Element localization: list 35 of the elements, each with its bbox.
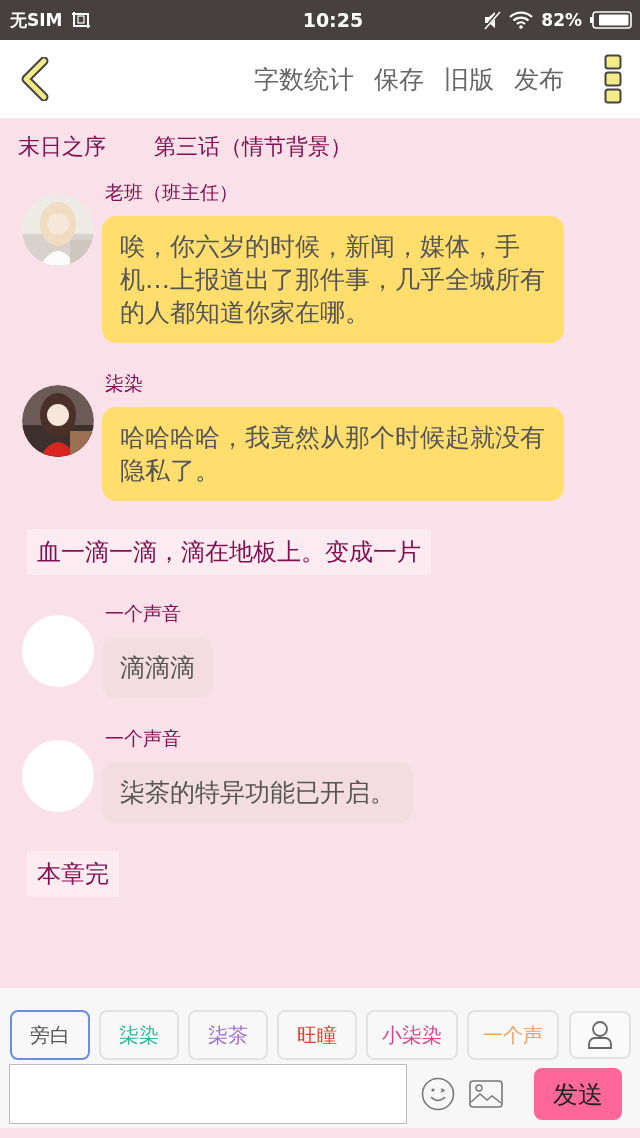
book-title: 末日之序	[18, 133, 106, 161]
header-action[interactable]: 字数统计	[246, 62, 362, 96]
carrier-text: 无SIM	[10, 8, 63, 32]
message-bubble: 哈哈哈哈，我竟然从那个时候起就没有隐私了。	[102, 407, 564, 501]
speaker-name: 一个声音	[105, 601, 181, 626]
message-input[interactable]	[9, 1064, 407, 1124]
message-bubble: 滴滴滴	[102, 637, 213, 698]
wifi-icon	[509, 11, 534, 29]
message-bubble: 柒茶的特异功能已开启。	[102, 762, 413, 823]
clock-text: 10:25	[301, 9, 364, 31]
emoji-icon[interactable]	[421, 1077, 455, 1111]
send-button[interactable]: 发送	[534, 1068, 622, 1120]
narration-text: 血一滴一滴，滴在地板上。变成一片	[27, 529, 431, 575]
message-bubble: 唉，你六岁的时候，新闻，媒体，手机…上报道出了那件事，几乎全城所有的人都知道你家在哪。	[102, 216, 564, 343]
role-chip[interactable]: 柒茶	[188, 1010, 268, 1060]
back-icon[interactable]	[20, 57, 50, 101]
header-action[interactable]: 发布	[506, 62, 572, 96]
speaker-name: 一个声音	[105, 726, 181, 751]
role-chip[interactable]: 小柒染	[366, 1010, 458, 1060]
header-action[interactable]: 保存	[366, 62, 432, 96]
speaker-name: 老班（班主任）	[105, 180, 238, 205]
image-icon[interactable]	[469, 1080, 503, 1108]
user-button[interactable]	[569, 1011, 631, 1059]
role-chip[interactable]: 旺瞳	[277, 1010, 357, 1060]
narration-text: 本章完	[27, 851, 119, 897]
speaker-name: 柒染	[105, 371, 143, 396]
header-action[interactable]: 旧版	[436, 62, 502, 96]
role-chip[interactable]: 旁白	[10, 1010, 90, 1060]
user-icon	[587, 1020, 613, 1050]
chapter-title: 第三话（情节背景）	[154, 133, 352, 161]
battery-icon	[590, 11, 632, 29]
mute-icon	[483, 10, 502, 30]
menu-icon[interactable]	[604, 54, 622, 104]
battery-text: 82%	[541, 10, 582, 30]
screenshot-icon	[70, 10, 93, 30]
